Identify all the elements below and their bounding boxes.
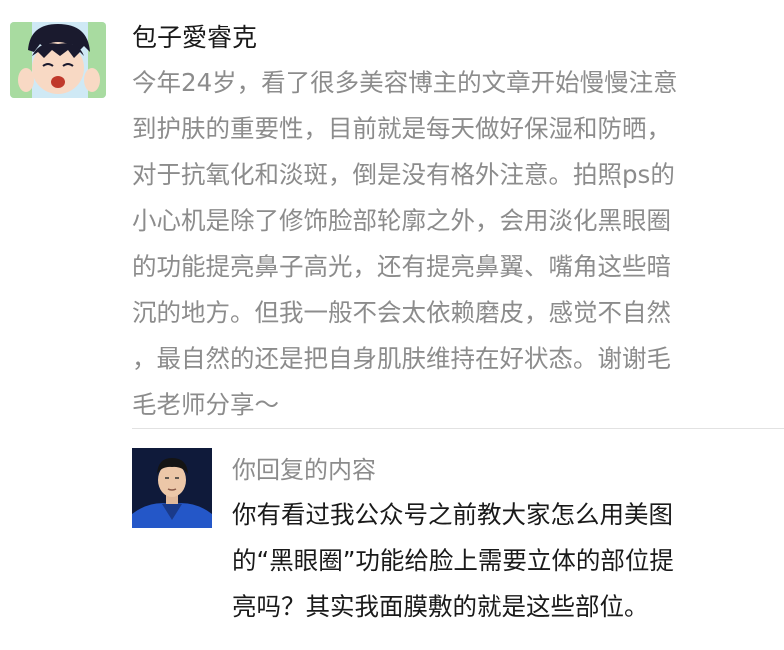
comment-body: 今年24岁，看了很多美容博主的文章开始慢慢注意 到护肤的重要性，目前就是每天做好… bbox=[132, 60, 772, 428]
comment-line: 沉的地方。但我一般不会太依赖磨皮，感觉不自然 bbox=[132, 298, 671, 327]
comment-author-name[interactable]: 包子愛睿克 bbox=[132, 18, 257, 58]
comment-line: 小心机是除了修饰脸部轮廓之外，会用淡化黑眼圈 bbox=[132, 206, 671, 235]
comment-line: 今年24岁，看了很多美容博主的文章开始慢慢注意 bbox=[132, 68, 678, 97]
author-photo-avatar-icon[interactable] bbox=[132, 448, 212, 528]
comment-line: 的功能提亮鼻子高光，还有提亮鼻翼、嘴角这些暗 bbox=[132, 252, 671, 281]
reply-line: 亮吗？其实我面膜敷的就是这些部位。 bbox=[232, 592, 649, 621]
reply-label: 你回复的内容 bbox=[232, 456, 376, 484]
comment-line: 毛老师分享～ bbox=[132, 390, 279, 419]
comment-line: 到护肤的重要性，目前就是每天做好保湿和防晒， bbox=[132, 114, 671, 143]
reply-divider bbox=[132, 428, 784, 429]
cartoon-avatar-icon[interactable] bbox=[10, 22, 106, 98]
reply-line: 的“黑眼圈”功能给脸上需要立体的部位提 bbox=[232, 546, 674, 575]
reply-body: 你有看过我公众号之前教大家怎么用美图 的“黑眼圈”功能给脸上需要立体的部位提 亮… bbox=[232, 492, 772, 630]
comment-card: 包子愛睿克 今年24岁，看了很多美容博主的文章开始慢慢注意 到护肤的重要性，目前… bbox=[0, 0, 784, 650]
comment-line: ，最自然的还是把自身肌肤维持在好状态。谢谢毛 bbox=[132, 344, 671, 373]
comment-line: 对于抗氧化和淡斑，倒是没有格外注意。拍照ps的 bbox=[132, 160, 675, 189]
reply-line: 你有看过我公众号之前教大家怎么用美图 bbox=[232, 500, 673, 529]
